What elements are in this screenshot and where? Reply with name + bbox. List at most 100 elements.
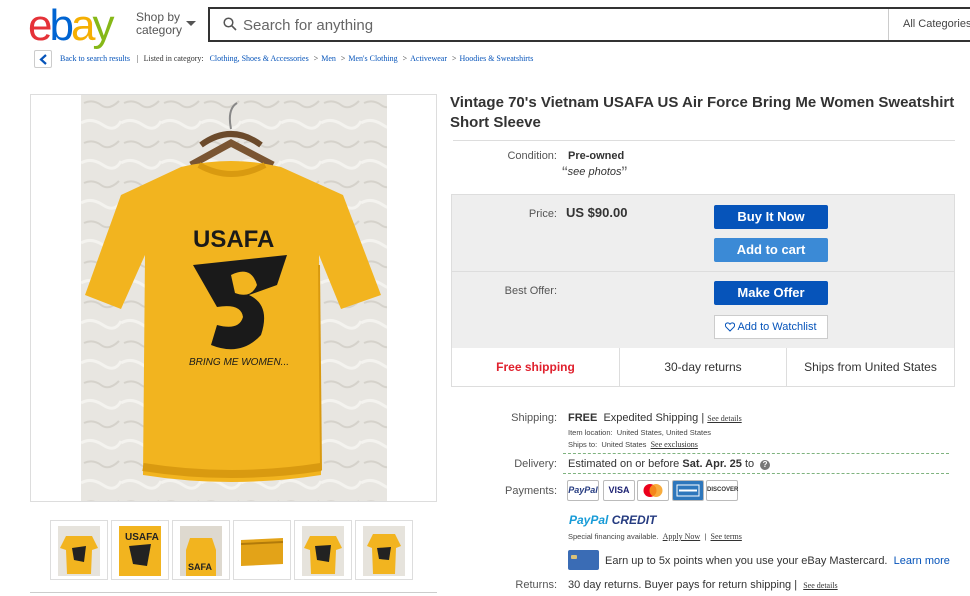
- shipping-method: Expedited Shipping |: [603, 412, 705, 424]
- breadcrumb-text: Back to search results | Listed in categ…: [60, 50, 533, 68]
- shirt-print-slogan: BRING ME WOMEN...: [189, 357, 289, 368]
- thumbnail[interactable]: [294, 520, 352, 580]
- ships-to-label: Ships to:: [568, 440, 598, 449]
- delivery-label: Delivery:: [514, 458, 557, 470]
- search-input[interactable]: [243, 13, 843, 37]
- logo-letter-b: b: [49, 1, 74, 50]
- add-to-watchlist-button[interactable]: Add to Watchlist: [714, 315, 828, 339]
- payments-label: Payments:: [505, 485, 557, 497]
- ebay-logo[interactable]: ebay: [28, 1, 114, 50]
- mastercard-promo-text: Earn up to 5x points when you use your e…: [605, 555, 888, 567]
- see-terms-link[interactable]: See terms: [711, 532, 742, 541]
- paypal-credit-logo: PayPal CREDIT: [569, 513, 656, 527]
- shipping-label: Shipping:: [511, 412, 557, 424]
- delivery-to: to: [744, 458, 755, 470]
- returns-policy: 30 day returns. Buyer pays for return sh…: [568, 579, 838, 591]
- returns-see-details-link[interactable]: See details: [803, 581, 837, 590]
- thumbnail-image: [302, 526, 344, 576]
- thumbnail[interactable]: SAFA: [172, 520, 230, 580]
- buy-it-now-button[interactable]: Buy It Now: [714, 205, 828, 229]
- free-shipping-badge: Free shipping: [496, 360, 575, 374]
- returns-text: 30 day returns. Buyer pays for return sh…: [568, 579, 798, 591]
- breadcrumb-separator: >: [340, 54, 346, 63]
- help-icon[interactable]: ?: [760, 460, 771, 470]
- back-to-search-link[interactable]: Back to search results: [60, 54, 130, 63]
- mastercard-icon: [637, 480, 669, 501]
- breadcrumb-separator: >: [402, 54, 408, 63]
- learn-more-link[interactable]: Learn more: [894, 555, 950, 567]
- breadcrumb-separator: >: [313, 54, 319, 63]
- item-title: Vintage 70's Vietnam USAFA US Air Force …: [450, 94, 955, 131]
- divider: [30, 592, 437, 593]
- logo-letter-a: a: [70, 1, 96, 50]
- make-offer-button[interactable]: Make Offer: [714, 281, 828, 305]
- chevron-left-icon: [39, 54, 47, 65]
- breadcrumb-item-clothing[interactable]: Clothing, Shoes & Accessories: [210, 54, 309, 63]
- amex-icon: [672, 480, 704, 501]
- shipping-details: FREE Expedited Shipping | See details: [568, 412, 742, 424]
- item-location: Item location: United States, United Sta…: [568, 428, 711, 437]
- product-photo[interactable]: USAFA BRING ME WOMEN...: [81, 95, 387, 501]
- shop-by-category-button[interactable]: Shop by category: [136, 11, 196, 37]
- thumbnail[interactable]: [355, 520, 413, 580]
- paypal-credit-word-credit: CREDIT: [611, 513, 657, 527]
- breadcrumb-item-hoodies[interactable]: Hoodies & Sweatshirts: [460, 54, 534, 63]
- search-bar: All Categories: [208, 7, 970, 42]
- thumbnail-image: [241, 526, 283, 576]
- breadcrumb-separator: >: [452, 54, 457, 63]
- discover-icon: DISCOVER: [706, 480, 738, 501]
- thumbnail-image: USAFA: [119, 526, 161, 576]
- thumbnail[interactable]: [233, 520, 291, 580]
- category-label: category: [136, 23, 183, 37]
- add-to-cart-button[interactable]: Add to cart: [714, 238, 828, 262]
- delivery-date: Sat. Apr. 25: [682, 458, 742, 470]
- sweatshirt-illustration: USAFA BRING ME WOMEN...: [81, 95, 387, 501]
- category-select[interactable]: All Categories: [888, 9, 970, 40]
- svg-text:USAFA: USAFA: [125, 532, 159, 543]
- header: ebay Shop by category All Categories: [0, 0, 970, 48]
- watchlist-label: Add to Watchlist: [737, 321, 817, 333]
- breadcrumb-item-mens-clothing[interactable]: Men's Clothing: [348, 54, 397, 63]
- shirt-print-usafa: USAFA: [193, 226, 274, 253]
- divider: [563, 473, 949, 474]
- credit-card-icon: [568, 550, 599, 570]
- condition-label: Condition:: [507, 150, 557, 162]
- special-financing: Special financing available. Apply Now |…: [568, 532, 742, 541]
- divider: [453, 140, 955, 141]
- paypal-icon: PayPal: [567, 480, 599, 501]
- breadcrumb-item-men[interactable]: Men: [321, 54, 336, 63]
- special-financing-text: Special financing available.: [568, 532, 659, 541]
- visa-icon: VISA: [603, 480, 635, 501]
- returns-badge: 30-day returns: [619, 348, 786, 386]
- price-value: US $90.00: [566, 205, 628, 220]
- ships-to: Ships to: United States See exclusions: [568, 440, 698, 449]
- mastercard-promo: Earn up to 5x points when you use your e…: [605, 555, 950, 567]
- delivery-estimate: Estimated on or before Sat. Apr. 25 to?: [568, 458, 771, 470]
- shipping-see-details-link[interactable]: See details: [707, 414, 741, 423]
- ships-to-value: United States: [601, 440, 647, 449]
- ships-from-badge: Ships from United States: [786, 348, 954, 386]
- item-location-label: Item location:: [568, 428, 613, 437]
- apply-now-link[interactable]: Apply Now: [663, 532, 701, 541]
- heart-icon: [725, 322, 736, 332]
- breadcrumb-item-activewear[interactable]: Activewear: [410, 54, 447, 63]
- divider: [563, 453, 949, 454]
- condition-value: Pre-owned: [568, 150, 625, 162]
- logo-letter-e: e: [28, 1, 53, 50]
- thumbnail[interactable]: USAFA: [111, 520, 169, 580]
- see-exclusions-link[interactable]: See exclusions: [651, 440, 698, 449]
- breadcrumb-separator: |: [134, 54, 141, 63]
- thumbnail[interactable]: [50, 520, 108, 580]
- back-button[interactable]: [34, 50, 52, 68]
- condition-note-text: see photos: [567, 166, 622, 178]
- svg-text:SAFA: SAFA: [188, 562, 213, 572]
- listed-in-label: Listed in category:: [143, 54, 204, 63]
- delivery-text: Estimated on or before: [568, 458, 680, 470]
- main-image-frame[interactable]: USAFA BRING ME WOMEN...: [30, 94, 437, 502]
- best-offer-label: Best Offer:: [504, 285, 557, 297]
- shipping-free: FREE: [568, 412, 598, 424]
- item-location-value: United States, United States: [616, 428, 711, 437]
- thumbnail-image: SAFA: [180, 526, 222, 576]
- thumbnail-image: [363, 526, 405, 576]
- search-icon: [223, 17, 237, 31]
